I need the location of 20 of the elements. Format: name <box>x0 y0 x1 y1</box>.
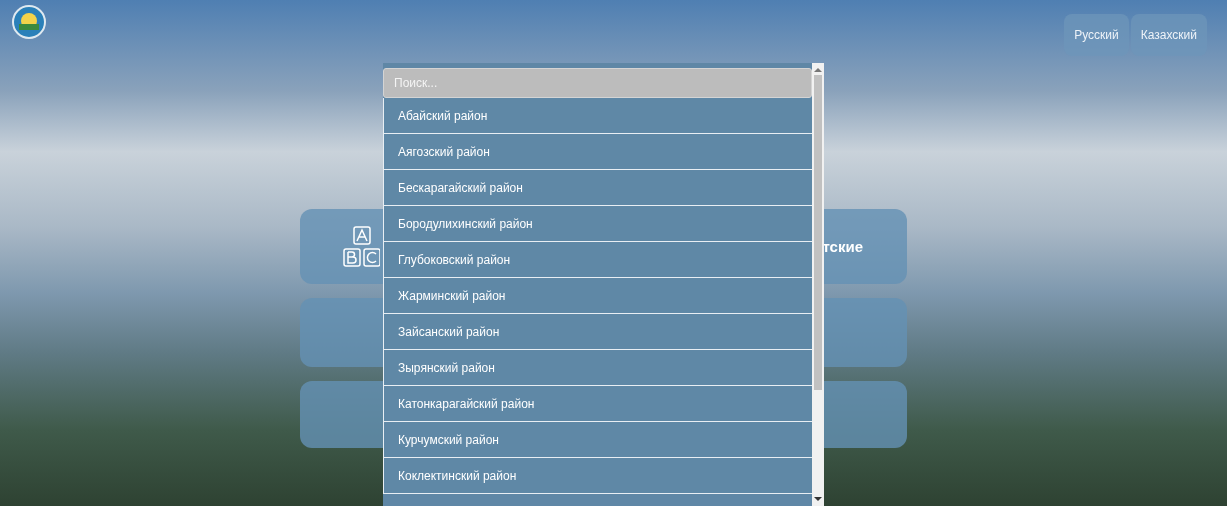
letter-blocks-icon <box>343 224 380 269</box>
district-option[interactable]: Глубоковский район <box>383 242 812 278</box>
district-option[interactable]: Коклектинский район <box>383 458 812 494</box>
scroll-up-icon[interactable] <box>814 67 822 73</box>
district-option[interactable]: Зырянский район <box>383 350 812 386</box>
district-option[interactable]: Бескарагайский район <box>383 170 812 206</box>
language-button[interactable]: Русский <box>1064 14 1129 56</box>
card-title: тские <box>822 238 863 255</box>
language-button[interactable]: Казахский <box>1130 14 1207 56</box>
district-option[interactable]: Катонкарагайский район <box>383 386 812 422</box>
district-option[interactable]: Курчумский район <box>383 422 812 458</box>
scrollbar[interactable] <box>812 63 824 506</box>
district-option[interactable]: Бородулихинский район <box>383 206 812 242</box>
search-field[interactable]: Поиск... <box>383 68 812 98</box>
district-option[interactable]: Аягозский район <box>383 134 812 170</box>
scroll-down-icon[interactable] <box>814 496 822 502</box>
district-option[interactable]: Зайсанский район <box>383 314 812 350</box>
district-option[interactable]: Жарминский район <box>383 278 812 314</box>
district-option[interactable]: Абайский район <box>383 98 812 134</box>
emblem-logo[interactable] <box>12 5 46 39</box>
